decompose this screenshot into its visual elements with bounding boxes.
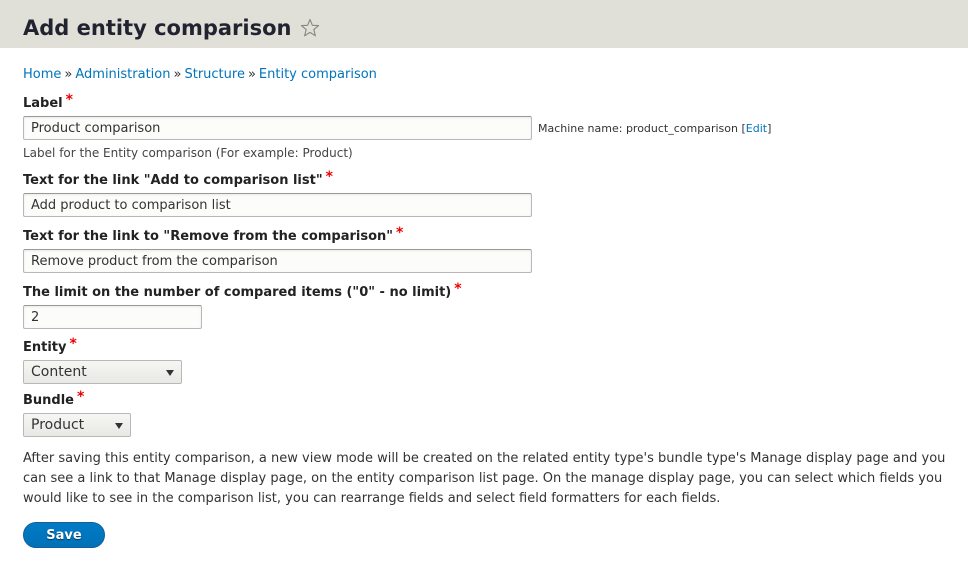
limit-field-label: The limit on the number of compared item… [23,281,945,301]
required-marker: * [325,169,333,185]
entity-select[interactable]: Content [23,360,182,384]
breadcrumb-separator: » [64,67,73,82]
page-title: Add entity comparison [23,16,292,40]
machine-name-text: Machine name: product_comparison [538,121,738,135]
page-header: Add entity comparison [0,0,968,48]
info-text: After saving this entity comparison, a n… [23,451,946,506]
machine-name: Machine name: product_comparison [Edit] [538,122,771,135]
save-button[interactable]: Save [23,522,105,548]
chevron-down-icon [166,370,174,376]
star-icon[interactable] [300,18,320,38]
entity-form-item: Entity * Content [23,336,945,384]
entity-field-label: Entity * [23,336,945,356]
bundle-select[interactable]: Product [23,413,131,437]
breadcrumb-home[interactable]: Home [23,67,61,82]
chevron-down-icon [115,423,123,429]
required-marker: * [69,336,77,352]
remove-link-form-item: Text for the link to "Remove from the co… [23,225,945,273]
entity-label-text: Entity [23,340,67,355]
add-link-label-text: Text for the link "Add to comparison lis… [23,173,323,188]
required-marker: * [454,281,462,297]
breadcrumb-administration[interactable]: Administration [75,67,170,82]
breadcrumb-separator: » [247,67,256,82]
breadcrumb-separator: » [173,67,182,82]
limit-form-item: The limit on the number of compared item… [23,281,945,329]
limit-input[interactable] [23,305,202,329]
required-marker: * [396,225,404,241]
remove-link-input[interactable] [23,249,532,273]
machine-name-edit-link[interactable]: Edit [746,122,767,135]
breadcrumb-structure[interactable]: Structure [184,67,244,82]
label-description: Label for the Entity comparison (For exa… [23,146,353,160]
limit-label-text: The limit on the number of compared item… [23,285,452,300]
required-marker: * [65,92,73,108]
entity-selected-value: Content [31,364,87,380]
bundle-form-item: Bundle * Product [23,389,945,437]
required-marker: * [77,389,85,405]
bracket-close: ] [767,121,772,135]
label-input[interactable] [23,116,532,140]
bundle-label-text: Bundle [23,393,74,408]
remove-link-field-label: Text for the link to "Remove from the co… [23,225,945,245]
breadcrumb-entity-comparison[interactable]: Entity comparison [259,67,377,82]
add-link-form-item: Text for the link "Add to comparison lis… [23,169,945,217]
breadcrumb: Home» Administration» Structure» Entity com… [23,66,945,83]
label-form-item: Label* Machine name: product_comparison … [23,92,945,161]
add-link-input[interactable] [23,193,532,217]
label-field-label: Label * [23,92,945,112]
bundle-field-label: Bundle * [23,389,945,409]
label-field-label-text: Label [23,96,63,111]
remove-link-label-text: Text for the link to "Remove from the co… [23,229,394,244]
main-content: Home» Administration» Structure» Entity com… [0,66,968,548]
bundle-selected-value: Product [31,417,85,433]
add-link-field-label: Text for the link "Add to comparison lis… [23,169,945,189]
